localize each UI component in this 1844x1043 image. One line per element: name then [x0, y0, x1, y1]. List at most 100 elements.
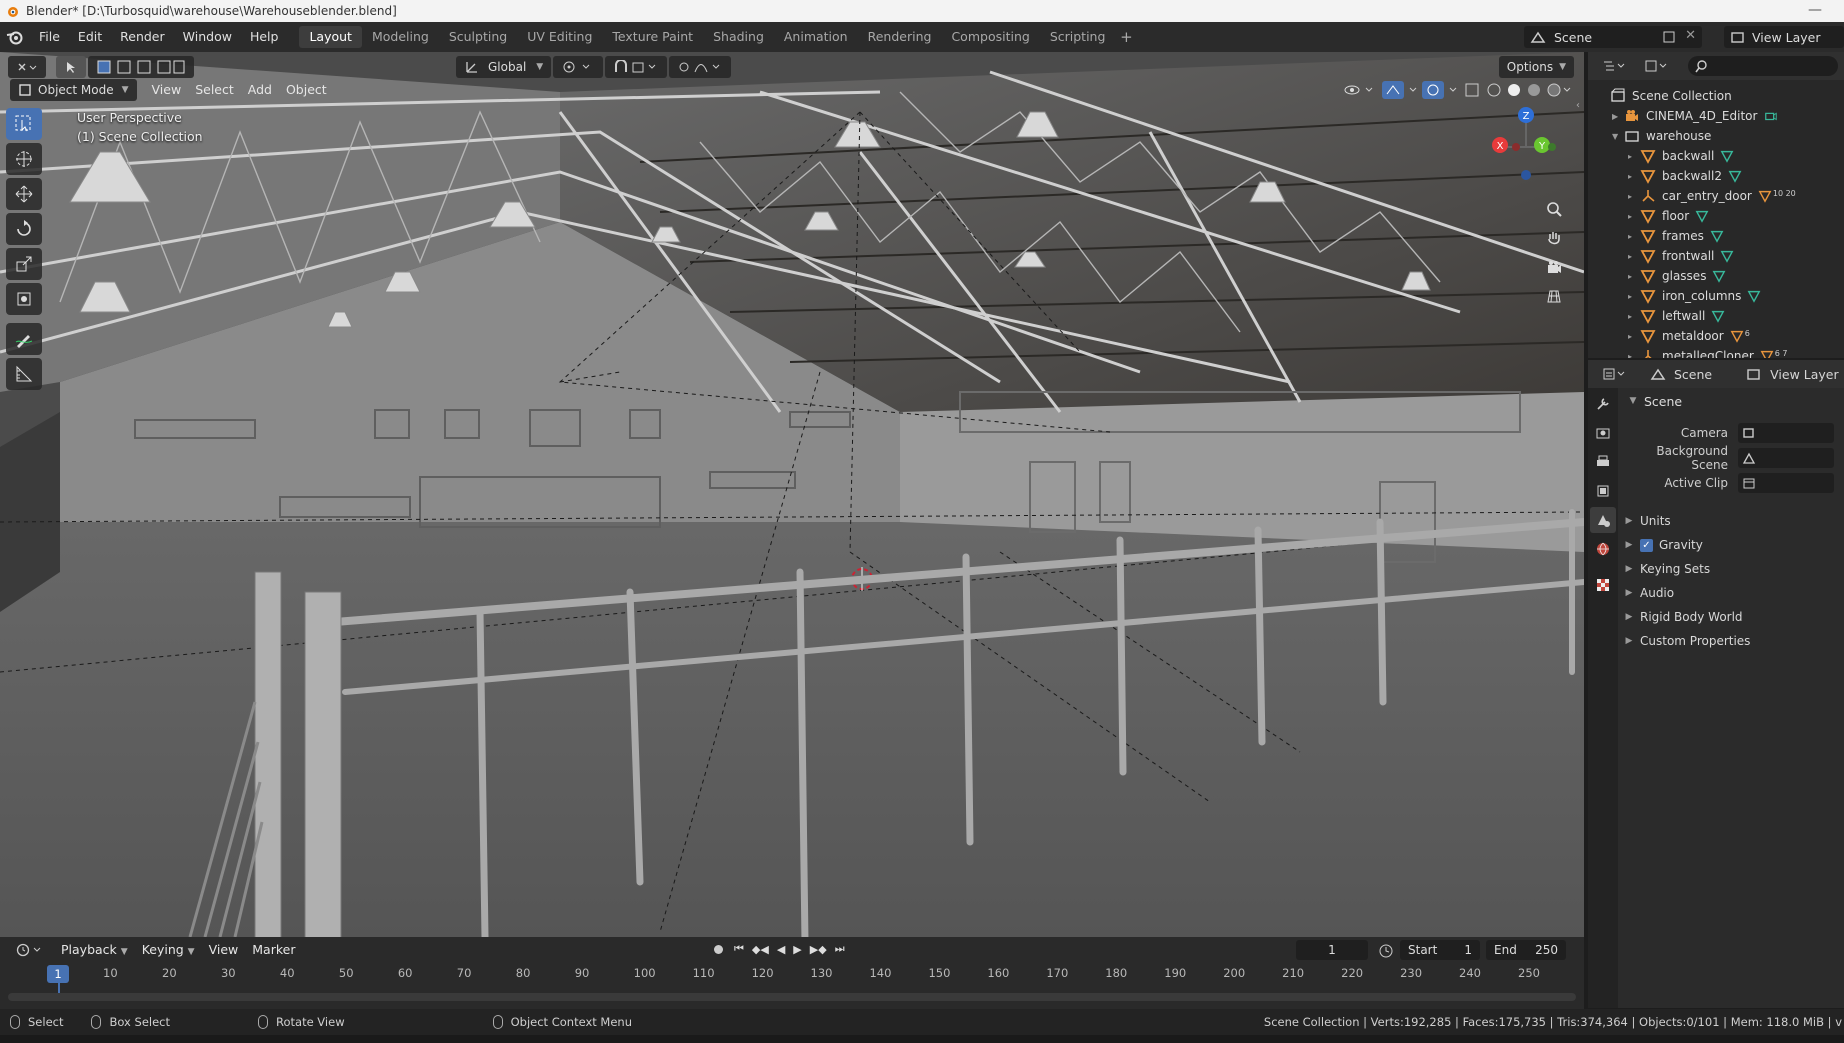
outliner-item-iron-columns[interactable]: ▸ iron_columns: [1588, 286, 1844, 306]
editor-type-button[interactable]: [8, 56, 46, 78]
viewport-menu-add[interactable]: Add: [241, 79, 279, 101]
start-frame-field[interactable]: Start 1: [1400, 940, 1480, 960]
menu-window[interactable]: Window: [174, 26, 241, 48]
sidebar-toggle-icon[interactable]: ‹: [1576, 100, 1580, 111]
tab-uv-editing[interactable]: UV Editing: [517, 26, 602, 48]
tab-tool[interactable]: [1590, 391, 1616, 417]
mesh-data-icon[interactable]: [1747, 289, 1761, 303]
record-button[interactable]: [710, 941, 726, 957]
tab-rendering[interactable]: Rendering: [858, 26, 942, 48]
transform-orientation-dropdown[interactable]: Global ▼: [456, 56, 552, 78]
mesh-data-icon[interactable]: [1710, 229, 1724, 243]
outliner-item-floor[interactable]: ▸ floor: [1588, 206, 1844, 226]
gravity-checkbox[interactable]: ✓: [1640, 538, 1653, 552]
tool-measure[interactable]: [6, 358, 42, 390]
jump-keyframe-forward-icon[interactable]: ▶◆: [810, 943, 827, 956]
outliner-item-backwall2[interactable]: ▸ backwall2: [1588, 166, 1844, 186]
options-dropdown[interactable]: Options ▼: [1498, 56, 1574, 78]
outliner-editor-type[interactable]: [1594, 55, 1634, 77]
zoom-view-button[interactable]: [1540, 195, 1568, 223]
properties-breadcrumb-scene[interactable]: Scene: [1674, 367, 1712, 382]
tab-output[interactable]: [1590, 449, 1616, 475]
tab-render[interactable]: [1590, 420, 1616, 446]
overlays-toggle-icon[interactable]: [1422, 81, 1462, 99]
view-layer-selector[interactable]: View Layer: [1724, 26, 1844, 48]
play-reverse-icon[interactable]: ◀: [777, 943, 785, 956]
outliner-item-warehouse[interactable]: ▼ warehouse: [1588, 126, 1844, 146]
child-count-badge[interactable]: 6 7: [1760, 349, 1788, 358]
viewport-menu-object[interactable]: Object: [279, 79, 334, 101]
tool-rotate[interactable]: [6, 213, 42, 245]
expand-toggle-icon[interactable]: ▸: [1628, 232, 1640, 241]
tab-compositing[interactable]: Compositing: [941, 26, 1039, 48]
outliner-item-metallegcloner[interactable]: ▸ metallegCloner 6 7: [1588, 346, 1844, 358]
gravity-subpanel[interactable]: ▶ ✓ Gravity: [1618, 533, 1844, 557]
snapping-toggle[interactable]: [605, 56, 668, 78]
mesh-data-icon[interactable]: [1720, 149, 1734, 163]
expand-toggle-icon[interactable]: ▸: [1628, 352, 1640, 359]
keying-sets-subpanel[interactable]: ▶ Keying Sets: [1618, 557, 1844, 581]
background-scene-value[interactable]: [1738, 447, 1834, 468]
expand-toggle-icon[interactable]: ▸: [1628, 252, 1640, 261]
expand-toggle-icon[interactable]: ▸: [1628, 192, 1640, 201]
select-tool-mode-button[interactable]: [56, 56, 86, 78]
play-icon[interactable]: ▶: [793, 943, 801, 956]
child-count-badge[interactable]: 6: [1730, 329, 1750, 343]
3d-viewport[interactable]: Global ▼ Options ▼ Object Mode ▼ View Se…: [0, 52, 1584, 937]
audio-subpanel[interactable]: ▶ Audio: [1618, 581, 1844, 605]
gizmo-toggle-icon[interactable]: [1382, 81, 1422, 99]
shading-mode-icons[interactable]: [1484, 81, 1572, 99]
outliner-item-metaldoor[interactable]: ▸ metaldoor 6: [1588, 326, 1844, 346]
timeline-ruler[interactable]: 1 10 20 30 40 50 60 70 80 90 100 110 120 130 140 150 160…: [0, 963, 1584, 993]
navigation-gizmo[interactable]: Z Y X: [1486, 107, 1566, 187]
properties-editor-type[interactable]: [1594, 363, 1634, 385]
outliner-item-backwall[interactable]: ▸ backwall: [1588, 146, 1844, 166]
child-count-badge[interactable]: 10 20: [1758, 189, 1796, 203]
viewport-menu-view[interactable]: View: [145, 79, 189, 101]
remove-scene-icon[interactable]: ✕: [1685, 28, 1696, 43]
rigid-body-world-subpanel[interactable]: ▶ Rigid Body World: [1618, 605, 1844, 629]
menu-edit[interactable]: Edit: [69, 26, 111, 48]
outliner-item-frontwall[interactable]: ▸ frontwall: [1588, 246, 1844, 266]
jump-keyframe-back-icon[interactable]: ◆◀: [752, 943, 769, 956]
tab-texture-paint[interactable]: Texture Paint: [602, 26, 703, 48]
properties-breadcrumb-view-layer[interactable]: View Layer: [1770, 367, 1839, 382]
timeline-menu-playback[interactable]: Playback ▼: [54, 939, 135, 961]
expand-toggle-icon[interactable]: ▸: [1628, 172, 1640, 181]
camera-data-icon[interactable]: [1763, 109, 1779, 123]
expand-toggle-icon[interactable]: ▸: [1628, 272, 1640, 281]
menu-file[interactable]: File: [30, 26, 69, 48]
tab-scene[interactable]: [1590, 507, 1616, 533]
minimize-button[interactable]: —: [1808, 2, 1822, 18]
expand-toggle-icon[interactable]: ▸: [1628, 152, 1640, 161]
mode-dropdown[interactable]: Object Mode ▼: [10, 79, 137, 101]
expand-toggle-icon[interactable]: ▼: [1612, 132, 1624, 141]
add-workspace-button[interactable]: +: [1115, 26, 1137, 48]
tab-sculpting[interactable]: Sculpting: [439, 26, 517, 48]
outliner-item-frames[interactable]: ▸ frames: [1588, 226, 1844, 246]
pivot-point-dropdown[interactable]: [553, 56, 604, 78]
tool-select-box[interactable]: [6, 108, 42, 140]
timeline-editor-type[interactable]: [8, 939, 52, 961]
tab-texture[interactable]: [1590, 572, 1616, 598]
timeline-scrollbar[interactable]: [8, 993, 1576, 1001]
pan-view-button[interactable]: [1540, 224, 1568, 252]
tab-modeling[interactable]: Modeling: [362, 26, 439, 48]
tab-layout[interactable]: Layout: [299, 26, 362, 48]
tool-cursor[interactable]: [6, 143, 42, 175]
timeline-menu-keying[interactable]: Keying ▼: [135, 939, 202, 961]
outliner-item-car-entry-door[interactable]: ▸ car_entry_door 10 20: [1588, 186, 1844, 206]
current-frame-field[interactable]: 1: [1296, 940, 1368, 960]
ortho-toggle-button[interactable]: [1540, 282, 1568, 310]
mesh-data-icon[interactable]: [1695, 209, 1709, 223]
tab-animation[interactable]: Animation: [774, 26, 858, 48]
tool-transform[interactable]: [6, 283, 42, 315]
new-scene-icon[interactable]: [1662, 30, 1676, 44]
expand-toggle-icon[interactable]: ▸: [1628, 212, 1640, 221]
scene-panel-header[interactable]: ▼ Scene: [1618, 388, 1844, 414]
outliner-item-cinema-4d-editor[interactable]: ▶ CINEMA_4D_Editor: [1588, 106, 1844, 126]
tab-world[interactable]: [1590, 536, 1616, 562]
xray-toggle-icon[interactable]: [1462, 81, 1484, 99]
units-subpanel[interactable]: ▶ Units: [1618, 509, 1844, 533]
tool-scale[interactable]: [6, 248, 42, 280]
